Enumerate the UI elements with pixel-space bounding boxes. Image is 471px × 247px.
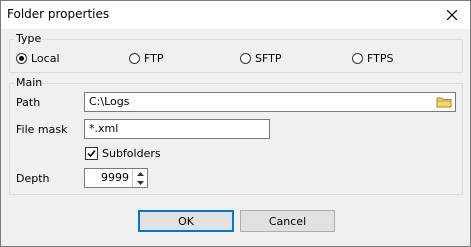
main-group-label: Main bbox=[14, 76, 45, 89]
path-input[interactable]: C:\Logs bbox=[84, 92, 456, 112]
folder-properties-dialog: Folder properties Type Local FTP SFTP FT… bbox=[0, 0, 471, 247]
radio-ftp[interactable]: FTP bbox=[129, 52, 164, 65]
radio-ftps-indicator[interactable] bbox=[352, 53, 363, 64]
radio-local-indicator[interactable] bbox=[16, 53, 27, 64]
browse-folder-button[interactable] bbox=[435, 94, 453, 110]
depth-label: Depth bbox=[16, 172, 50, 185]
dialog-title: Folder properties bbox=[7, 7, 110, 21]
close-button[interactable] bbox=[434, 1, 470, 29]
arrow-down-icon bbox=[136, 180, 144, 185]
filemask-value: *.xml bbox=[89, 122, 119, 135]
type-groupbox: Type Local FTP SFTP FTPS bbox=[9, 32, 463, 73]
main-groupbox: Main Path C:\Logs File mask *.xml Subfol… bbox=[9, 76, 463, 195]
radio-ftps[interactable]: FTPS bbox=[352, 52, 393, 65]
cancel-button-label: Cancel bbox=[268, 214, 307, 228]
radio-sftp[interactable]: SFTP bbox=[240, 52, 281, 65]
radio-ftp-indicator[interactable] bbox=[129, 53, 140, 64]
depth-spin-buttons bbox=[132, 169, 147, 187]
depth-up-button[interactable] bbox=[133, 169, 147, 178]
filemask-input[interactable]: *.xml bbox=[84, 119, 270, 139]
subfolders-label: Subfolders bbox=[102, 147, 161, 160]
subfolders-checkbox-box[interactable] bbox=[85, 147, 98, 160]
arrow-up-icon bbox=[136, 171, 144, 176]
folder-icon bbox=[436, 97, 452, 108]
radio-ftp-label: FTP bbox=[144, 52, 164, 65]
depth-stepper[interactable]: 9999 bbox=[84, 168, 148, 188]
checkmark-icon bbox=[87, 150, 96, 158]
radio-ftps-label: FTPS bbox=[367, 52, 394, 65]
path-value: C:\Logs bbox=[89, 95, 130, 108]
close-icon bbox=[447, 10, 457, 20]
path-label: Path bbox=[16, 96, 41, 109]
subfolders-checkbox[interactable]: Subfolders bbox=[85, 147, 161, 160]
depth-value: 9999 bbox=[101, 171, 129, 184]
ok-button[interactable]: OK bbox=[138, 210, 234, 232]
radio-sftp-indicator[interactable] bbox=[240, 53, 251, 64]
filemask-label: File mask bbox=[16, 123, 68, 136]
ok-button-label: OK bbox=[178, 214, 194, 228]
cancel-button[interactable]: Cancel bbox=[240, 210, 335, 232]
radio-local-label: Local bbox=[31, 52, 60, 65]
radio-sftp-label: SFTP bbox=[255, 52, 282, 65]
title-bar: Folder properties bbox=[1, 1, 470, 29]
depth-down-button[interactable] bbox=[133, 178, 147, 187]
radio-local[interactable]: Local bbox=[16, 52, 60, 65]
type-group-label: Type bbox=[14, 32, 44, 45]
